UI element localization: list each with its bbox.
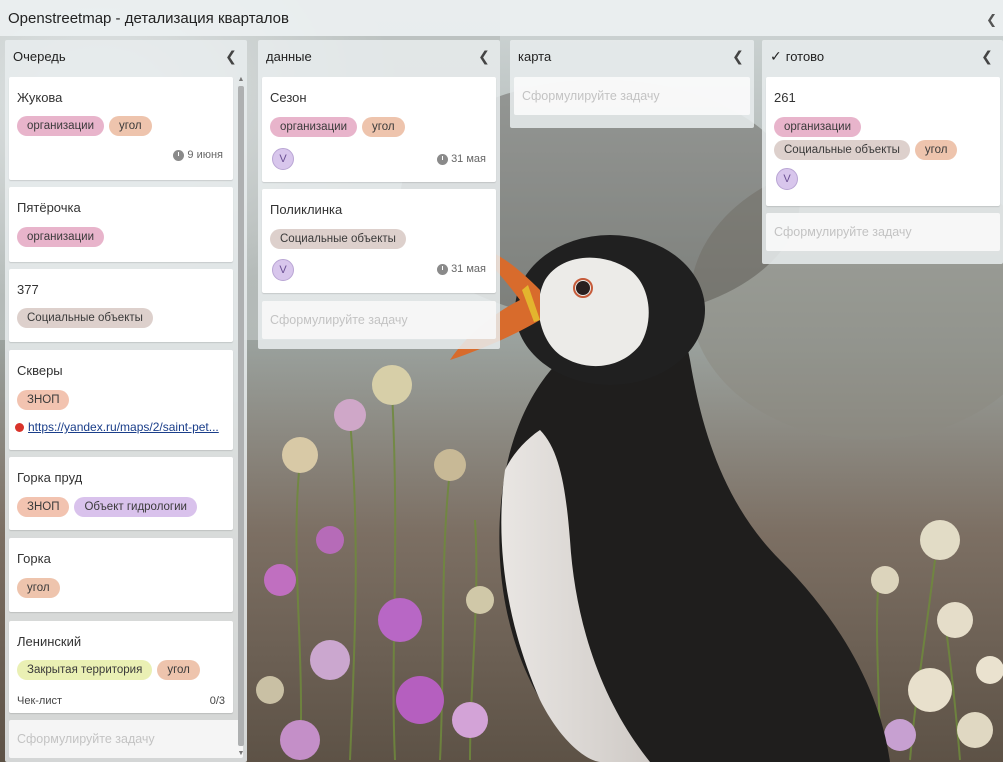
chevron-left-icon[interactable]: ❮ [986, 12, 997, 28]
add-task-input[interactable]: Сформулируйте задачу [262, 301, 496, 339]
tag: организации [17, 116, 105, 136]
card-title: Жукова [17, 90, 63, 105]
column-map: карта ❮ Сформулируйте задачу [510, 40, 754, 128]
tag: организации [270, 117, 358, 137]
tag: Социальные объекты [774, 140, 910, 160]
chevron-left-icon[interactable]: ❮ [981, 48, 993, 65]
tag-list: организации [17, 227, 105, 247]
task-card[interactable]: 377 Социальные объекты [9, 269, 233, 342]
card-link[interactable]: https://yandex.ru/maps/2/saint-pet... [15, 420, 219, 434]
tag: Социальные объекты [270, 229, 406, 249]
due-date: 31 мая [437, 263, 486, 275]
card-title: Сезон [270, 90, 307, 105]
tag-list: ЗНОП [17, 390, 70, 410]
column-header: Очередь ❮ [5, 40, 247, 72]
tag-list: Социальные объекты [270, 229, 406, 249]
tag-list: организации угол [17, 116, 152, 136]
column-title: готово [785, 48, 825, 64]
tag: Объект гидрологии [74, 497, 197, 517]
tag: угол [914, 140, 958, 160]
scroll-up-icon[interactable]: ▲ [237, 76, 245, 84]
card-title: Горка [17, 551, 51, 566]
checklist-label: Чек-лист [17, 695, 63, 707]
task-card[interactable]: Скверы ЗНОП https://yandex.ru/maps/2/sai… [9, 350, 233, 450]
column-done: ✓ готово ❮ 261 организации Социальные об… [762, 40, 1003, 264]
task-card[interactable]: Горка пруд ЗНОП Объект гидрологии [9, 457, 233, 530]
tag: Социальные объекты [17, 308, 153, 328]
avatar[interactable]: V [272, 148, 294, 170]
clock-icon [437, 153, 449, 165]
tag: организации [774, 117, 862, 137]
column-header: данные ❮ [258, 40, 500, 72]
tag: угол [109, 116, 152, 136]
column-title: Очередь [13, 48, 66, 64]
tag-list: Социальные объекты [17, 308, 153, 328]
tag: угол [157, 660, 200, 680]
link-icon [15, 422, 24, 432]
tag: организации [17, 227, 105, 247]
check-icon: ✓ [770, 47, 782, 64]
add-task-input[interactable]: Сформулируйте задачу [514, 77, 750, 115]
task-card[interactable]: Ленинский Закрытая территория угол Чек-л… [9, 621, 233, 713]
task-card[interactable]: Пятёрочка организации [9, 187, 233, 262]
add-task-input[interactable]: Сформулируйте задачу [9, 720, 243, 758]
chevron-left-icon[interactable]: ❮ [225, 48, 237, 65]
tag-list: организации [774, 117, 984, 137]
card-title: 261 [774, 90, 796, 105]
tag-list: Социальные объекты угол [774, 140, 994, 160]
column-scrollbar[interactable]: ▲ ▼ [237, 76, 245, 758]
tag: угол [362, 117, 405, 137]
tag: угол [17, 578, 60, 598]
tag-list: организации угол [270, 117, 405, 137]
clock-icon [437, 263, 449, 275]
scroll-down-icon[interactable]: ▼ [237, 750, 245, 758]
card-title: 377 [17, 282, 39, 297]
tag-list: ЗНОП Объект гидрологии [17, 497, 197, 517]
column-header: карта ❮ [510, 40, 754, 72]
avatar[interactable]: V [272, 259, 294, 281]
due-date: 9 июня [173, 149, 223, 161]
checklist-progress: 0/3 [209, 695, 225, 707]
column-queue: Очередь ❮ Жукова организации угол 9 июня… [5, 40, 247, 762]
clock-icon [173, 149, 185, 161]
add-task-input[interactable]: Сформулируйте задачу [766, 213, 1000, 251]
scroll-thumb[interactable] [238, 86, 244, 746]
card-title: Горка пруд [17, 470, 83, 485]
chevron-left-icon[interactable]: ❮ [478, 48, 490, 65]
task-card[interactable]: Жукова организации угол 9 июня [9, 77, 233, 180]
column-header: ✓ готово ❮ [762, 40, 1003, 72]
card-title: Пятёрочка [17, 200, 81, 215]
tag: ЗНОП [17, 497, 70, 517]
card-title: Скверы [17, 363, 63, 378]
board-title: Openstreetmap - детализация кварталов [8, 9, 289, 27]
task-card[interactable]: Сезон организации угол V 31 мая [262, 77, 496, 182]
task-card[interactable]: 261 организации Социальные объекты угол … [766, 77, 1000, 206]
board-header: Openstreetmap - детализация кварталов ❮ [0, 0, 1003, 36]
task-card[interactable]: Горка угол [9, 538, 233, 612]
tag-list: угол [17, 578, 60, 598]
checklist[interactable]: Чек-лист 0/3 [17, 695, 225, 707]
tag: ЗНОП [17, 390, 70, 410]
avatar[interactable]: V [776, 168, 798, 190]
tag: Закрытая территория [17, 660, 153, 680]
column-title: карта [518, 48, 552, 64]
chevron-left-icon[interactable]: ❮ [732, 48, 744, 65]
card-title: Ленинский [17, 634, 82, 649]
due-date: 31 мая [437, 153, 486, 165]
column-title: данные [266, 48, 312, 64]
card-title: Поликлинка [270, 202, 343, 217]
task-card[interactable]: Поликлинка Социальные объекты V 31 мая [262, 189, 496, 293]
column-data: данные ❮ Сезон организации угол V 31 мая… [258, 40, 500, 349]
tag-list: Закрытая территория угол [17, 660, 200, 680]
